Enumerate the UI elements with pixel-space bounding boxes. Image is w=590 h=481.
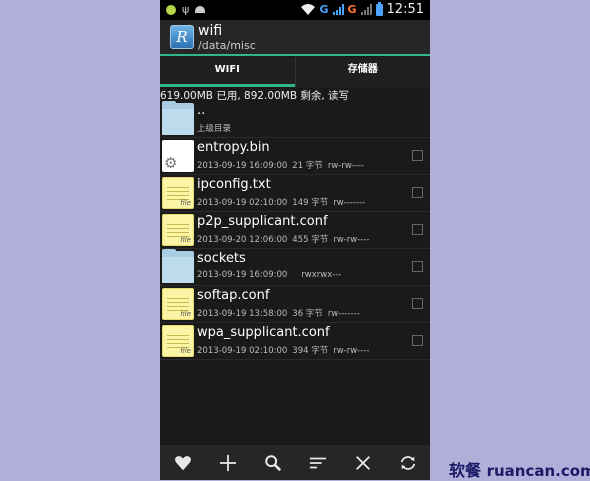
plus-icon	[219, 454, 236, 471]
file-permissions: rw-rw----	[333, 235, 370, 245]
file-date: 上级目录	[197, 124, 232, 134]
file-meta: 上级目录	[197, 122, 236, 134]
file-permissions: rw-rw----	[327, 161, 365, 171]
status-time: 12:51	[386, 2, 424, 17]
wifi-icon	[301, 4, 316, 15]
file-name: p2p_supplicant.conf	[197, 214, 328, 229]
file-meta: 2013-09-19 13:58:00 36 字节 rw-------	[197, 307, 365, 319]
folder-icon	[162, 101, 194, 135]
select-checkbox[interactable]	[412, 150, 423, 161]
close-icon	[355, 455, 370, 470]
file-permissions: rwxrwx---	[301, 270, 342, 280]
network-type-2: G	[347, 3, 357, 16]
status-bar: ψ G G 12:51	[160, 0, 430, 20]
file-date: 2013-09-19 16:09:00	[197, 270, 288, 280]
folder-icon	[162, 249, 194, 283]
signal-bars-2-icon	[360, 4, 372, 15]
heart-icon	[174, 455, 191, 470]
storage-info: 619.00MB 已用, 892.00MB 剩余, 读写	[160, 90, 350, 102]
network-type-1: G	[319, 3, 329, 16]
file-name: entropy.bin	[197, 140, 270, 155]
refresh-icon	[400, 455, 415, 470]
list-item[interactable]: p2p_supplicant.conf 2013-09-20 12:06:00 4…	[160, 212, 430, 249]
list-item[interactable]: wpa_supplicant.conf 2013-09-19 02:10:00 3…	[160, 323, 430, 360]
file-permissions: rw-------	[333, 198, 366, 208]
file-name: ipconfig.txt	[197, 177, 271, 192]
text-file-icon	[162, 214, 194, 246]
file-size: 455 字节	[292, 235, 329, 245]
file-date: 2013-09-19 16:09:00	[197, 161, 288, 171]
refresh-button[interactable]	[393, 448, 423, 478]
battery-icon	[375, 1, 383, 16]
file-size: 21 字节	[292, 161, 323, 171]
list-item[interactable]: sockets 2013-09-19 16:09:00 rwxrwx---	[160, 249, 430, 286]
favorites-button[interactable]	[168, 448, 198, 478]
binary-file-icon: ⚙	[162, 140, 194, 172]
watermark-domain: ruancan.com	[486, 462, 590, 480]
list-item-parent-dir[interactable]: .. 上级目录	[160, 101, 430, 138]
add-button[interactable]	[213, 448, 243, 478]
select-checkbox[interactable]	[412, 261, 423, 272]
tab-storage[interactable]: 存储器	[294, 57, 431, 87]
file-list: .. 上级目录 ⚙ entropy.bin 2013-09-19 16:09:0…	[160, 101, 430, 360]
select-checkbox[interactable]	[412, 224, 423, 235]
file-meta: 2013-09-20 12:06:00 455 字节 rw-rw----	[197, 233, 374, 245]
search-button[interactable]	[258, 448, 288, 478]
file-date: 2013-09-19 02:10:00	[197, 346, 288, 356]
sort-icon	[309, 457, 326, 468]
file-name: softap.conf	[197, 288, 270, 303]
folder-path: /data/misc	[198, 39, 256, 52]
watermark-cn: 软餐	[449, 461, 482, 480]
select-checkbox[interactable]	[412, 187, 423, 198]
signal-bars-1-icon	[332, 4, 344, 15]
file-date: 2013-09-20 12:06:00	[197, 235, 288, 245]
bottom-toolbar	[160, 445, 430, 480]
select-checkbox[interactable]	[412, 298, 423, 309]
list-item[interactable]: ipconfig.txt 2013-09-19 02:10:00 149 字节 rw…	[160, 175, 430, 212]
file-permissions: rw-------	[327, 309, 360, 319]
file-meta: 2013-09-19 02:10:00 149 字节 rw-------	[197, 196, 370, 208]
folder-title: wifi	[198, 23, 223, 39]
file-meta: 2013-09-19 02:10:00 394 字节 rw-rw----	[197, 344, 374, 356]
search-icon	[264, 454, 281, 471]
close-button[interactable]	[348, 448, 378, 478]
phone-screen: ψ G G 12:51 R wifi /data/misc WIFI 存储器 6…	[160, 0, 430, 480]
sort-button[interactable]	[303, 448, 333, 478]
list-item[interactable]: softap.conf 2013-09-19 13:58:00 36 字节 rw--…	[160, 286, 430, 323]
file-meta: 2013-09-19 16:09:00 21 字节 rw-rw----	[197, 159, 369, 171]
site-watermark: 软餐 ruancan.com	[449, 457, 590, 481]
text-file-icon	[162, 288, 194, 320]
file-size: 36 字节	[292, 309, 323, 319]
file-date: 2013-09-19 02:10:00	[197, 198, 288, 208]
app-logo-icon[interactable]: R	[170, 25, 194, 49]
file-size: 149 字节	[292, 198, 329, 208]
file-size: 394 字节	[292, 346, 329, 356]
file-name: sockets	[197, 251, 246, 266]
file-permissions: rw-rw----	[333, 346, 370, 356]
android-debug-icon	[195, 6, 206, 13]
text-file-icon	[162, 325, 194, 357]
select-checkbox[interactable]	[412, 335, 423, 346]
usb-icon: ψ	[182, 3, 190, 16]
file-date: 2013-09-19 13:58:00	[197, 309, 288, 319]
action-bar: R wifi /data/misc	[160, 20, 430, 56]
list-item[interactable]: ⚙ entropy.bin 2013-09-19 16:09:00 21 字节 rw…	[160, 138, 430, 175]
file-name: wpa_supplicant.conf	[197, 325, 330, 340]
tab-bar: WIFI 存储器	[160, 57, 430, 87]
tab-wifi[interactable]: WIFI	[160, 57, 295, 87]
app-notification-icon	[166, 4, 176, 15]
text-file-icon	[162, 177, 194, 209]
file-name: ..	[197, 103, 206, 118]
file-meta: 2013-09-19 16:09:00 rwxrwx---	[197, 270, 346, 280]
gear-icon: ⚙	[164, 154, 178, 172]
